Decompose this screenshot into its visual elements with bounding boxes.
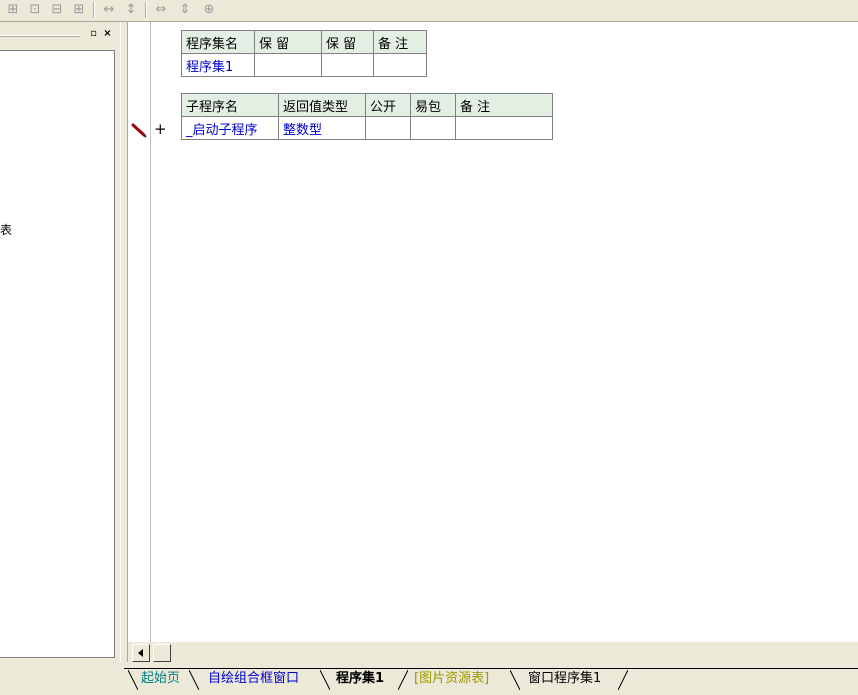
toolbar-separator xyxy=(93,2,95,18)
header-cell[interactable]: 公开 xyxy=(365,93,411,117)
panel-title-rule xyxy=(0,35,80,37)
assembly-table: 程序集名 保 留 保 留 备 注 程序集1 xyxy=(181,30,427,77)
height-icon[interactable]: ⇕ xyxy=(176,2,194,18)
table-cell[interactable] xyxy=(321,53,374,77)
tab-start-page[interactable]: 起始页 xyxy=(141,670,180,688)
left-panel: ▫ × 表 xyxy=(0,22,120,662)
pencil-icon xyxy=(131,123,147,138)
header-cell[interactable]: 程序集名 xyxy=(181,30,255,54)
table-header-row: 程序集名 保 留 保 留 备 注 xyxy=(181,30,427,54)
table-row: 程序集1 xyxy=(181,53,427,77)
width-icon[interactable]: ⇔ xyxy=(152,2,170,18)
distribute-v-icon[interactable]: ↕ xyxy=(122,2,140,18)
header-cell[interactable]: 保 留 xyxy=(321,30,374,54)
tab-custom-combo-window[interactable]: 自绘组合框窗口 xyxy=(208,670,299,688)
table-cell[interactable] xyxy=(455,116,553,140)
table-cell[interactable] xyxy=(254,53,322,77)
center-icon[interactable]: ⊡ xyxy=(26,2,44,18)
header-cell[interactable]: 返回值类型 xyxy=(278,93,366,117)
header-cell[interactable]: 保 留 xyxy=(254,30,322,54)
table-cell[interactable] xyxy=(365,116,411,140)
return-type-cell[interactable]: 整数型 xyxy=(278,116,366,140)
tabbar-line xyxy=(124,668,858,669)
toolbar-separator xyxy=(145,2,147,18)
horizontal-scrollbar[interactable] xyxy=(128,642,858,662)
header-cell[interactable]: 子程序名 xyxy=(181,93,279,117)
split-top-icon[interactable]: ⊟ xyxy=(48,2,66,18)
distribute-h-icon[interactable]: ↔ xyxy=(100,2,118,18)
tab-image-resources[interactable]: [图片资源表] xyxy=(414,670,489,688)
table-row: _启动子程序 整数型 xyxy=(181,116,553,140)
code-editor[interactable]: 程序集名 保 留 保 留 备 注 程序集1 + 子程序名 返回值类型 公开 易包… xyxy=(128,22,858,642)
table-header-row: 子程序名 返回值类型 公开 易包 备 注 xyxy=(181,93,553,117)
tab-divider xyxy=(510,670,520,690)
panel-splitter[interactable] xyxy=(120,22,128,662)
scroll-thumb[interactable] xyxy=(153,644,171,662)
tab-divider xyxy=(128,670,138,690)
size-both-icon[interactable]: ⊕ xyxy=(200,2,218,18)
editor-gutter xyxy=(128,22,151,642)
merge-cells-icon[interactable]: ⊞ xyxy=(4,2,22,18)
assembly-name-cell[interactable]: 程序集1 xyxy=(181,53,255,77)
tab-divider xyxy=(189,670,199,690)
subroutine-name-cell[interactable]: _启动子程序 xyxy=(181,116,279,140)
header-cell[interactable]: 备 注 xyxy=(455,93,553,117)
table-cell[interactable] xyxy=(410,116,456,140)
subroutine-table: 子程序名 返回值类型 公开 易包 备 注 _启动子程序 整数型 xyxy=(181,93,553,140)
tab-assembly-1[interactable]: 程序集1 xyxy=(336,670,384,688)
tab-divider xyxy=(320,670,330,690)
table-cell[interactable] xyxy=(373,53,427,77)
close-icon[interactable]: × xyxy=(102,28,113,39)
toolbar: ⊞ ⊡ ⊟ ⊞ ↔ ↕ ⇔ ⇕ ⊕ xyxy=(0,0,858,22)
panel-titlebar: ▫ × xyxy=(0,26,118,42)
tab-window-assembly-1[interactable]: 窗口程序集1 xyxy=(528,670,601,688)
expand-plus-icon[interactable]: + xyxy=(154,121,167,137)
split-cols-icon[interactable]: ⊞ xyxy=(70,2,88,18)
maximize-icon[interactable]: ▫ xyxy=(88,28,99,39)
scroll-left-button[interactable] xyxy=(132,644,150,662)
tree-item-label[interactable]: 表 xyxy=(0,221,12,238)
tab-divider xyxy=(398,670,408,690)
project-tree[interactable]: 表 xyxy=(0,50,115,658)
header-cell[interactable]: 备 注 xyxy=(373,30,427,54)
document-tabbar: 起始页 自绘组合框窗口 程序集1 [图片资源表] 窗口程序集1 xyxy=(0,662,858,695)
tab-divider xyxy=(618,670,628,690)
header-cell[interactable]: 易包 xyxy=(410,93,456,117)
